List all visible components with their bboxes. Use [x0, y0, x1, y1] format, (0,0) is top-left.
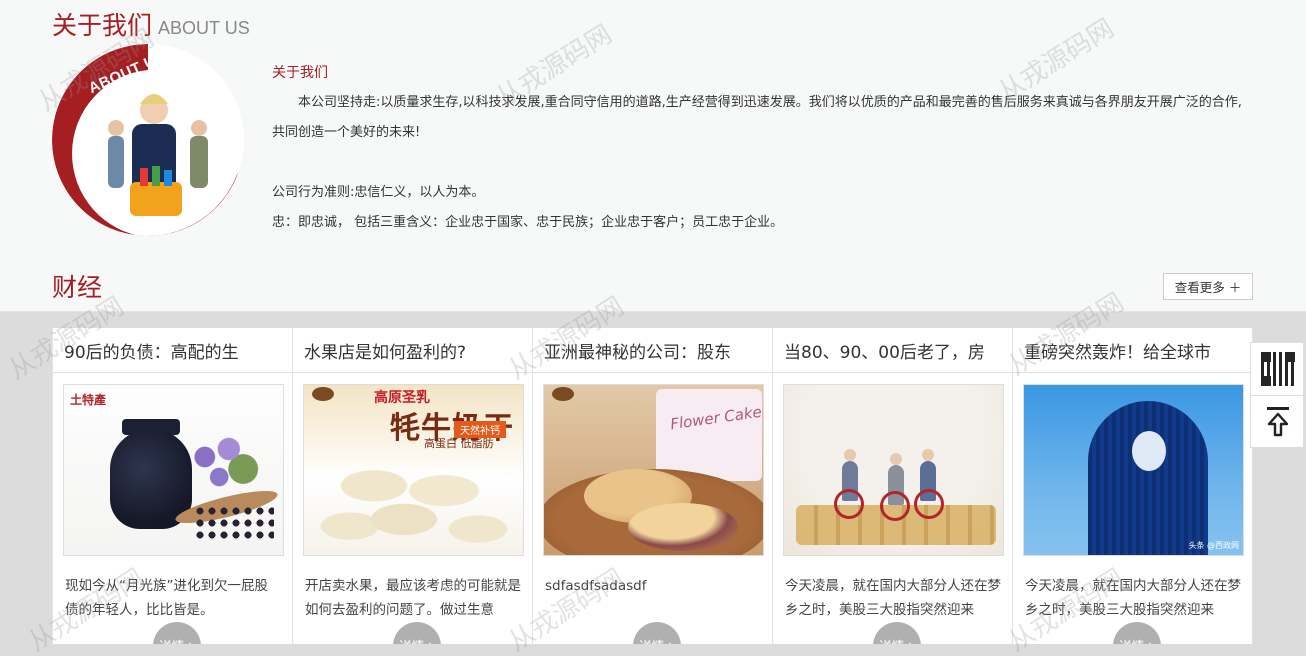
about-heading-en: ABOUT US [158, 18, 250, 38]
brand-mark: 土特產 [70, 391, 106, 408]
brand-logo-icon [552, 387, 574, 401]
finance-card[interactable]: 亚洲最神秘的公司：股东 Flower Cake sdfasdfsadasdf 详… [533, 328, 773, 644]
about-section: 关于我们 ABOUT US ABOUT US 关于我们 本公司坚持走:以质量求生… [0, 0, 1306, 312]
float-toolbar [1250, 342, 1304, 448]
wheelchair-graphic [914, 489, 944, 519]
finance-card-list: 90后的负债：高配的生 土特產 现如今从“月光族”进化到欠一屁股债的年轻人，比比… [52, 328, 1253, 644]
milk-pieces-graphic [314, 457, 514, 553]
finance-card[interactable]: 水果店是如何盈利的? 高原圣乳 牦牛奶干 天然补钙 高蛋白 低脂肪 开店卖水果，… [293, 328, 533, 644]
about-heading: 关于我们 ABOUT US [52, 6, 250, 42]
berries-graphic [194, 505, 274, 539]
pastry-cut-graphic [628, 503, 738, 551]
card-title[interactable]: 水果店是如何盈利的? [293, 328, 532, 373]
about-spacer [272, 148, 1252, 178]
detail-button[interactable]: 详情+ [1113, 622, 1161, 644]
tower-logo-graphic [1132, 431, 1166, 471]
wheelchair-graphic [880, 491, 910, 521]
about-subheading: 关于我们 [272, 65, 328, 81]
person-head-graphic [844, 449, 856, 461]
card-title[interactable]: 90后的负债：高配的生 [53, 328, 292, 373]
finance-section: 90后的负债：高配的生 土特產 现如今从“月光族”进化到欠一屁股债的年轻人，比比… [0, 312, 1306, 656]
person-head-graphic [922, 449, 934, 461]
brand-logo-icon [312, 387, 334, 401]
card-description: sdfasdfsadasdf [545, 578, 647, 594]
about-text: 关于我们 本公司坚持走:以质量求生存,以科技求发展,重合同守信用的道路,生产经营… [272, 58, 1252, 238]
card-description: 今天凌晨，就在国内大部分人还在梦乡之时，美股三大股指突然迎来 [1025, 578, 1241, 618]
about-paragraph: 本公司坚持走:以质量求生存,以科技求发展,重合同守信用的道路,生产经营得到迅速发… [272, 95, 1242, 140]
back-to-top-icon[interactable] [1265, 405, 1291, 437]
about-heading-cn: 关于我们 [52, 11, 153, 40]
tower-graphic [1088, 401, 1208, 555]
detail-button[interactable]: 详情+ [393, 622, 441, 644]
elderly-coins-image[interactable] [783, 384, 1004, 556]
about-line-1: 公司行为准则:忠信仁义，以人为本。 [272, 185, 485, 200]
finance-card[interactable]: 重磅突然轰炸！给全球市 头条 @西政网 今天凌晨，就在国内大部分人还在梦乡之时，… [1013, 328, 1253, 644]
view-more-button[interactable]: 查看更多 ＋ [1163, 273, 1253, 300]
detail-button[interactable]: 详情+ [633, 622, 681, 644]
toolbar-divider [1251, 395, 1303, 396]
image-caption: 头条 @西政网 [1188, 541, 1239, 550]
finance-card[interactable]: 90后的负债：高配的生 土特產 现如今从“月光族”进化到欠一屁股债的年轻人，比比… [53, 328, 293, 644]
card-title[interactable]: 重磅突然轰炸！给全球市 [1013, 328, 1252, 373]
detail-button[interactable]: 详情+ [873, 622, 921, 644]
card-description: 开店卖水果，最应该考虑的可能就是如何去盈利的问题了。做过生意 [305, 578, 521, 618]
about-ring-graphic [52, 44, 244, 236]
package-graphic [656, 389, 762, 481]
finance-title: 财经 [52, 273, 103, 302]
yak-milk-image[interactable]: 高原圣乳 牦牛奶干 天然补钙 高蛋白 低脂肪 [303, 384, 524, 556]
brand-mark-text: 土特產 [70, 393, 107, 407]
about-image: ABOUT US [52, 44, 244, 236]
person-head-graphic [890, 453, 902, 465]
qr-code-icon[interactable] [1261, 352, 1295, 386]
about-line-2: 忠：即忠诚， 包括三重含义：企业忠于国家、忠于民族；企业忠于客户；员工忠于企业。 [272, 215, 784, 230]
tower-image[interactable]: 头条 @西政网 [1023, 384, 1244, 556]
card-description: 今天凌晨，就在国内大部分人还在梦乡之时，美股三大股指突然迎来 [785, 578, 1001, 618]
pastry-image[interactable]: Flower Cake [543, 384, 764, 556]
card-title[interactable]: 亚洲最神秘的公司：股东 [533, 328, 772, 373]
card-description: 现如今从“月光族”进化到欠一屁股债的年轻人，比比皆是。 [65, 578, 268, 618]
detail-button[interactable]: 详情+ [153, 622, 201, 644]
card-title[interactable]: 当80、90、00后老了，房 [773, 328, 1012, 373]
image-subline: 高蛋白 低脂肪 [424, 437, 494, 450]
jar-image[interactable]: 土特產 [63, 384, 284, 556]
finance-card[interactable]: 当80、90、00后老了，房 今天凌晨，就在国内大部分人还在梦乡之时，美股三大股… [773, 328, 1013, 644]
wheelchair-graphic [834, 489, 864, 519]
